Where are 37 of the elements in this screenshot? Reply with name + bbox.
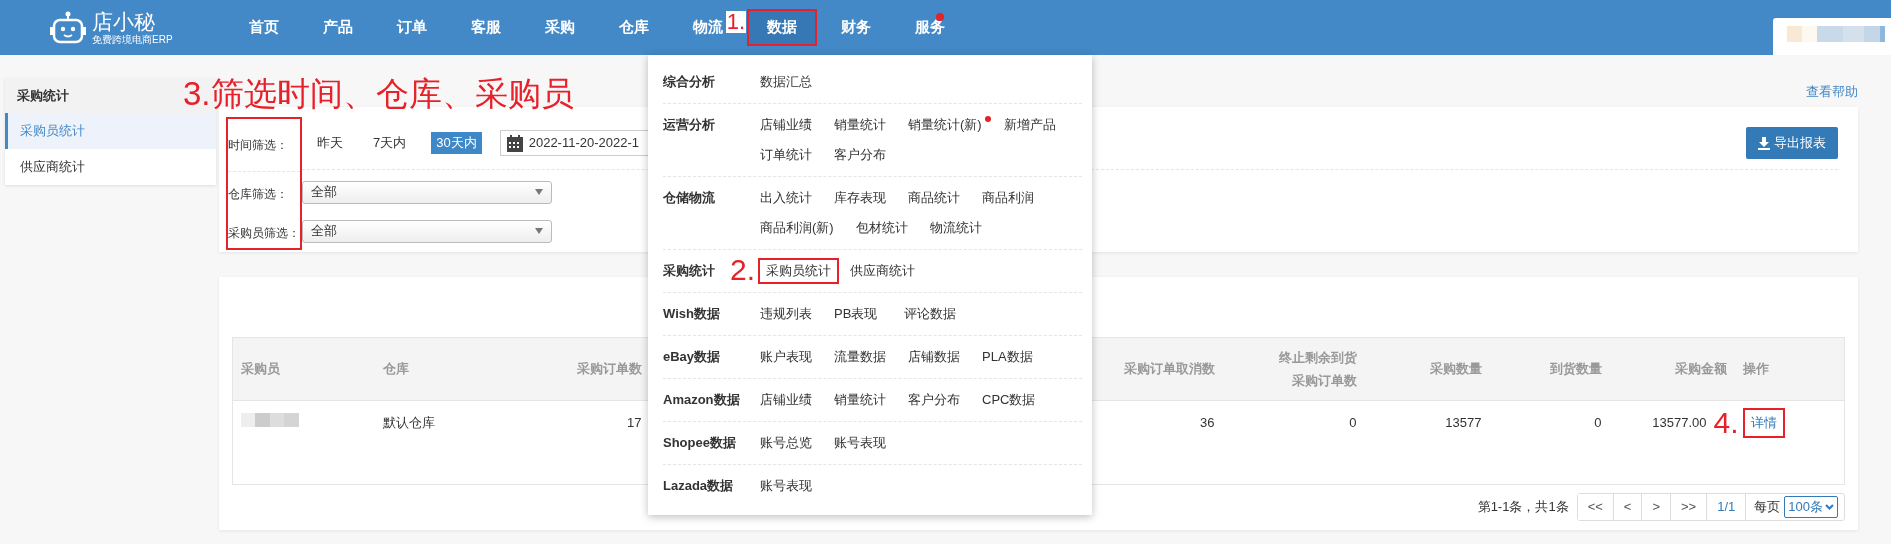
column-header: 采购订单数 [576, 360, 642, 379]
column-header: 到货数量 [1549, 360, 1602, 379]
column-header: 采购员 [241, 360, 280, 379]
table-cell: 13577 [1445, 415, 1482, 430]
annotation-text: 3.筛选时间、仓库、采购员 [183, 77, 574, 110]
column-header: 仓库 [382, 360, 409, 379]
logo-text: 店小秘 [92, 10, 156, 32]
filter-label: 采购员筛选： [228, 225, 300, 242]
table-cell: 0 [1349, 415, 1357, 430]
menu-group-title: Shopee数据 [663, 435, 736, 450]
table-cell: 默认仓库 [382, 415, 435, 430]
menu-group-title: 仓储物流 [663, 190, 715, 205]
menu-group-title: eBay数据 [663, 349, 721, 364]
table-cell: 17 [627, 415, 642, 430]
pagination-summary: 第1-1条，共1条 [1477, 498, 1569, 516]
menu-group-title: Amazon数据 [663, 392, 740, 407]
filter-label: 时间筛选： [228, 137, 288, 154]
column-header: 终止剩余到货 采购订单数 [1278, 348, 1357, 390]
menu-group-title: 采购统计 [663, 263, 715, 278]
menu-group-title: Wish数据 [663, 306, 720, 321]
column-header: 采购数量 [1429, 360, 1482, 379]
annotation-text: 4. [1713, 408, 1739, 438]
filter-label: 仓库筛选： [228, 186, 288, 203]
menu-group-title: 运营分析 [663, 117, 715, 132]
table-cell: 36 [1200, 415, 1215, 430]
menu-group-title: Lazada数据 [663, 478, 734, 493]
per-page-label: 每页 [1753, 498, 1782, 516]
table-cell: 13577.00 [1652, 415, 1707, 430]
annotation-text: 1. [725, 11, 746, 34]
menu-group-title: 综合分析 [663, 74, 715, 89]
column-header: 采购金额 [1674, 360, 1727, 379]
annotation-text: 2. [729, 255, 755, 285]
page-indicator: 1/1 [1707, 494, 1747, 520]
logo-subtitle: 免费跨境电商ERP [92, 34, 173, 45]
column-header: 采购订单取消数 [1123, 360, 1215, 379]
column-header: 操作 [1742, 360, 1769, 379]
table-cell: 0 [1594, 415, 1602, 430]
